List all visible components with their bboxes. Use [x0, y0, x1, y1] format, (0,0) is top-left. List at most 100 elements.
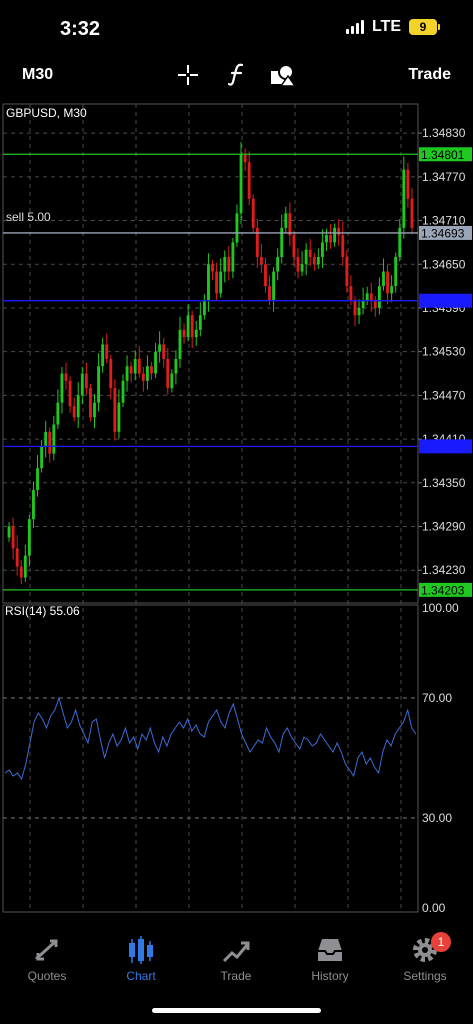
candle-body [398, 227, 402, 257]
battery-icon: 9 [409, 19, 440, 35]
candle-body [27, 519, 31, 556]
candle-body [76, 395, 80, 418]
candle-body [304, 249, 308, 265]
candle-body [190, 315, 194, 338]
crosshair-icon[interactable] [177, 64, 199, 91]
tab-chart[interactable]: Chart [101, 935, 181, 983]
candle-body [56, 402, 60, 425]
candle-body [133, 358, 137, 374]
candle-body [15, 548, 19, 567]
battery-level: 9 [419, 20, 427, 34]
candle-body [272, 271, 276, 301]
tab-history-label: History [311, 969, 349, 983]
price-level-label: 1.34801 [421, 148, 465, 162]
chart-title: GBPUSD, M30 [6, 106, 87, 120]
candle-body [44, 431, 48, 447]
chart-area[interactable]: 1.34830 1.34770 1.34710 1.34650 1.34590 1.345… [0, 100, 473, 929]
candle-body [361, 300, 365, 308]
candle-body [292, 235, 296, 257]
rsi-tick-label: 30.00 [422, 811, 452, 825]
candle-body [64, 373, 68, 381]
price-chart[interactable]: 1.348301.347701.347101.346501.345901.345… [0, 100, 473, 929]
candle-body [125, 366, 129, 381]
candle-body [158, 344, 162, 352]
candle-body [349, 286, 353, 301]
candle-body [300, 264, 304, 272]
timeframe-button[interactable]: M30 [22, 66, 53, 84]
tab-trade[interactable]: Trade [196, 935, 276, 983]
candle-body [202, 300, 206, 316]
candle-body [207, 264, 210, 301]
candle-body [223, 256, 227, 272]
tab-quotes[interactable]: Quotes [7, 935, 87, 983]
candle-body [109, 358, 113, 389]
candle-body [243, 154, 247, 163]
candle-body [394, 256, 398, 287]
candle-body [97, 366, 100, 403]
candle-body [235, 213, 239, 243]
candle-body [194, 329, 198, 338]
candle-body [48, 431, 52, 454]
candle-body [357, 307, 361, 316]
candle-body [341, 235, 345, 257]
candle-body [170, 373, 174, 389]
candle-body [259, 256, 263, 265]
candle-body [268, 286, 271, 301]
candle-body [329, 235, 332, 243]
indicators-icon[interactable] [227, 62, 246, 91]
candle-body [141, 373, 145, 381]
candle-body [264, 264, 267, 287]
y-tick-label: 1.34230 [422, 563, 466, 577]
candle-body [32, 490, 35, 520]
trade-icon [222, 941, 250, 963]
candle-body [105, 344, 109, 359]
y-tick-label: 1.34350 [422, 476, 466, 490]
candle-body [150, 366, 153, 374]
trade-button[interactable]: Trade [408, 66, 451, 84]
rsi-label: RSI(14) 55.06 [5, 604, 80, 618]
candle-body [211, 264, 214, 272]
tab-history[interactable]: History [290, 935, 370, 983]
candle-body [406, 169, 410, 199]
candle-body [219, 271, 223, 294]
candle-body [36, 468, 39, 491]
candle-body [239, 154, 243, 214]
candle-body [390, 286, 394, 294]
candle-body [321, 242, 324, 257]
chart-icon [129, 936, 153, 964]
candle-body [162, 344, 166, 359]
rsi-tick-label: 100.00 [422, 601, 459, 615]
candle-body [89, 388, 92, 418]
network-label: LTE [371, 18, 401, 35]
candle-body [365, 293, 369, 301]
candle-body [402, 169, 406, 228]
candle-body [231, 242, 235, 272]
tab-chart-label: Chart [126, 969, 156, 983]
objects-icon[interactable] [270, 63, 297, 92]
signal-icon [345, 20, 364, 34]
tab-settings-label: Settings [403, 969, 447, 983]
candle-body [284, 213, 288, 228]
quotes-icon [34, 939, 58, 961]
candle-body [19, 566, 23, 578]
price-level-tag [419, 293, 472, 308]
candle-body [410, 198, 414, 228]
candle-body [129, 366, 133, 374]
tab-quotes-label: Quotes [27, 969, 67, 983]
candle-body [276, 256, 280, 272]
tab-settings[interactable]: Settings 1 [385, 932, 465, 983]
candle-body [68, 380, 72, 407]
candle-body [316, 256, 320, 265]
candle-body [312, 256, 316, 265]
candle-body [7, 526, 11, 538]
history-icon [318, 939, 342, 961]
candle-body [215, 271, 219, 294]
candle-body [121, 380, 125, 403]
candle-body [377, 286, 381, 308]
price-level-tag [419, 439, 472, 454]
candle-body [186, 315, 190, 338]
candle-body [296, 256, 300, 272]
candle-body [40, 446, 44, 469]
candle-body [182, 329, 186, 338]
chart-toolbar: M30 Trade [0, 60, 473, 94]
